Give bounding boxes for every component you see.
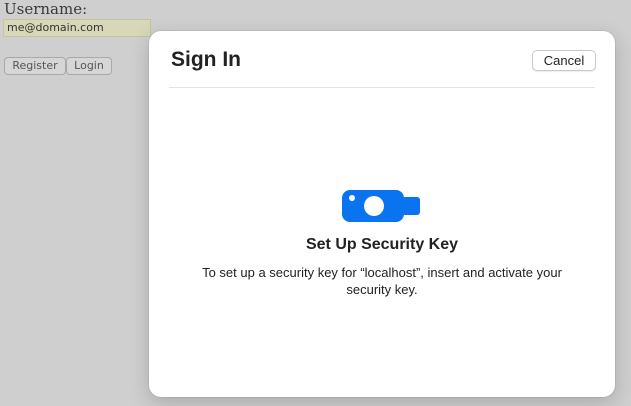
sign-in-dialog: Sign In Cancel Set Up Security Key To se… [149, 31, 615, 397]
setup-description: To set up a security key for “localhost”… [202, 265, 562, 297]
username-input[interactable]: me@domain.com [3, 19, 151, 37]
register-button[interactable]: Register [4, 57, 66, 75]
title-divider [169, 87, 595, 88]
page-backdrop: Username: me@domain.com Register Login S… [0, 0, 631, 406]
username-label: Username: [4, 0, 88, 18]
dialog-title: Sign In [171, 48, 241, 71]
cancel-button[interactable]: Cancel [532, 50, 596, 71]
security-key-icon [342, 190, 420, 222]
setup-heading: Set Up Security Key [305, 236, 459, 253]
login-button[interactable]: Login [66, 57, 112, 75]
